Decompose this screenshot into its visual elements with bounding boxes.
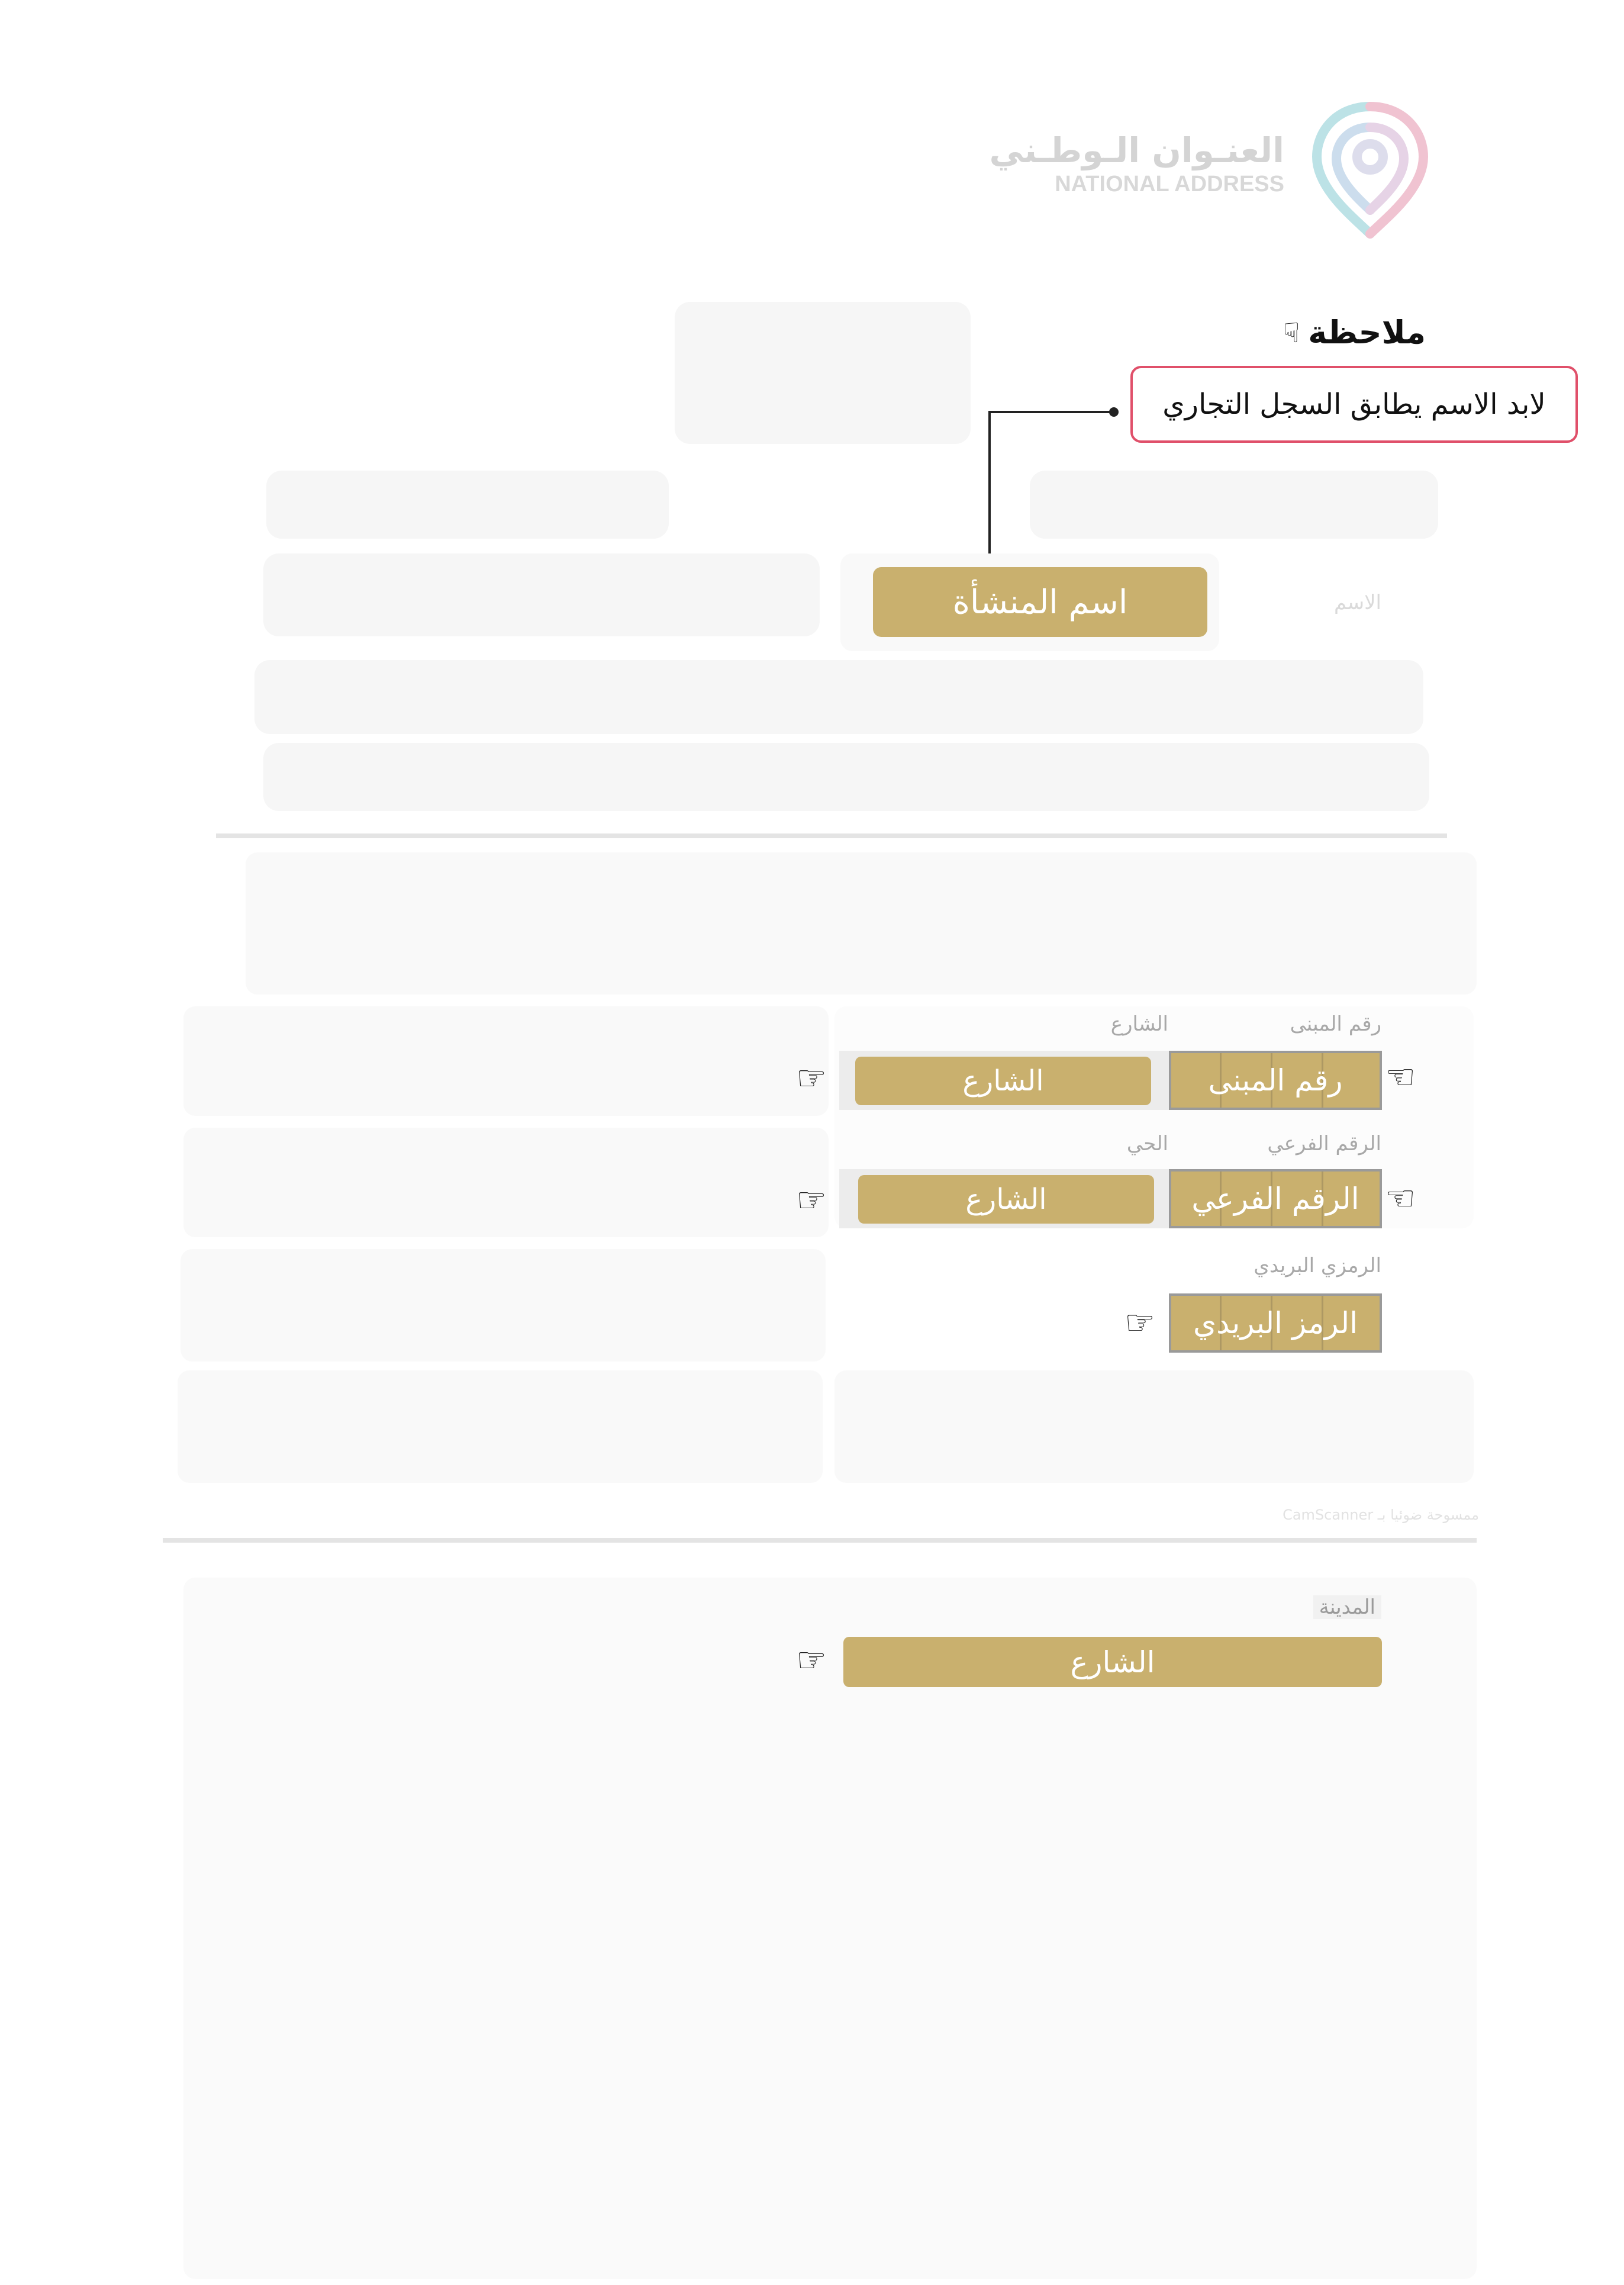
hand-pointing-left-icon: ☜ <box>1385 1178 1416 1218</box>
city-field-text: الشارع <box>1070 1644 1155 1679</box>
hand-pointing-right-icon: ☞ <box>796 1058 827 1098</box>
building-number-field[interactable]: رقم المبنى <box>1169 1051 1382 1110</box>
faded-field <box>263 553 820 636</box>
secondary-number-field[interactable]: الرقم الفرعي <box>1169 1169 1382 1228</box>
note-box: لابد الاسم يطابق السجل التجاري <box>1130 366 1578 443</box>
faded-field <box>178 1370 823 1483</box>
establishment-name-field[interactable]: اسم المنشأة <box>873 567 1207 637</box>
establishment-faint-label: الاسم <box>1334 591 1381 614</box>
city-label: المدينة <box>1313 1595 1381 1619</box>
logo-arabic-text: العنـوان الـوطـني <box>989 130 1285 170</box>
postal-code-field[interactable]: الرمز البريدي <box>1169 1293 1382 1353</box>
hand-pointing-right-icon: ☞ <box>1124 1302 1155 1343</box>
hand-pointing-left-icon: ☜ <box>1385 1057 1416 1097</box>
note-text: لابد الاسم يطابق السجل التجاري <box>1162 388 1546 421</box>
note-heading: ملاحظة ☟ <box>1283 314 1426 351</box>
establishment-name-label: اسم المنشأة <box>952 582 1128 622</box>
hand-pointing-right-icon: ☞ <box>796 1180 827 1220</box>
logo-english-text: NATIONAL ADDRESS <box>1055 172 1284 197</box>
faded-stamp-block <box>675 302 971 444</box>
district-field-text: الشارع <box>965 1183 1047 1216</box>
street-field-text: الشارع <box>962 1064 1044 1098</box>
city-field[interactable]: الشارع <box>843 1637 1382 1687</box>
faded-field <box>263 743 1429 811</box>
faded-field <box>1030 471 1438 539</box>
secondary-number-label: الرقم الفرعي <box>1267 1132 1381 1156</box>
pointing-hand-icon: ☟ <box>1283 316 1300 349</box>
section-divider <box>163 1538 1477 1543</box>
postal-code-label: الرمزي البريدي <box>1254 1254 1381 1277</box>
faded-field <box>181 1249 826 1362</box>
building-number-label: رقم المبنى <box>1290 1012 1381 1036</box>
location-pin-logo-icon <box>1312 102 1429 239</box>
national-address-logo: العنـوان الـوطـني NATIONAL ADDRESS <box>990 89 1444 249</box>
street-label: الشارع <box>1110 1012 1168 1036</box>
faded-block <box>246 852 1477 995</box>
secondary-number-field-text: الرقم الفرعي <box>1191 1182 1359 1216</box>
faded-field <box>266 471 669 539</box>
postal-code-field-text: الرمز البريدي <box>1193 1306 1358 1340</box>
hand-pointing-right-icon: ☞ <box>796 1640 827 1680</box>
faded-field <box>254 660 1423 734</box>
faded-field <box>183 1128 829 1237</box>
scanner-watermark: ممسوحة ضوئيا بـ CamScanner <box>1283 1507 1479 1523</box>
building-number-field-text: رقم المبنى <box>1208 1063 1343 1098</box>
section-divider <box>216 833 1447 838</box>
note-title: ملاحظة <box>1308 314 1426 351</box>
faded-field <box>834 1370 1474 1483</box>
district-field[interactable]: الشارع <box>858 1175 1154 1224</box>
district-label: الحي <box>1126 1132 1168 1156</box>
street-field[interactable]: الشارع <box>855 1057 1151 1105</box>
faded-field <box>183 1006 829 1116</box>
